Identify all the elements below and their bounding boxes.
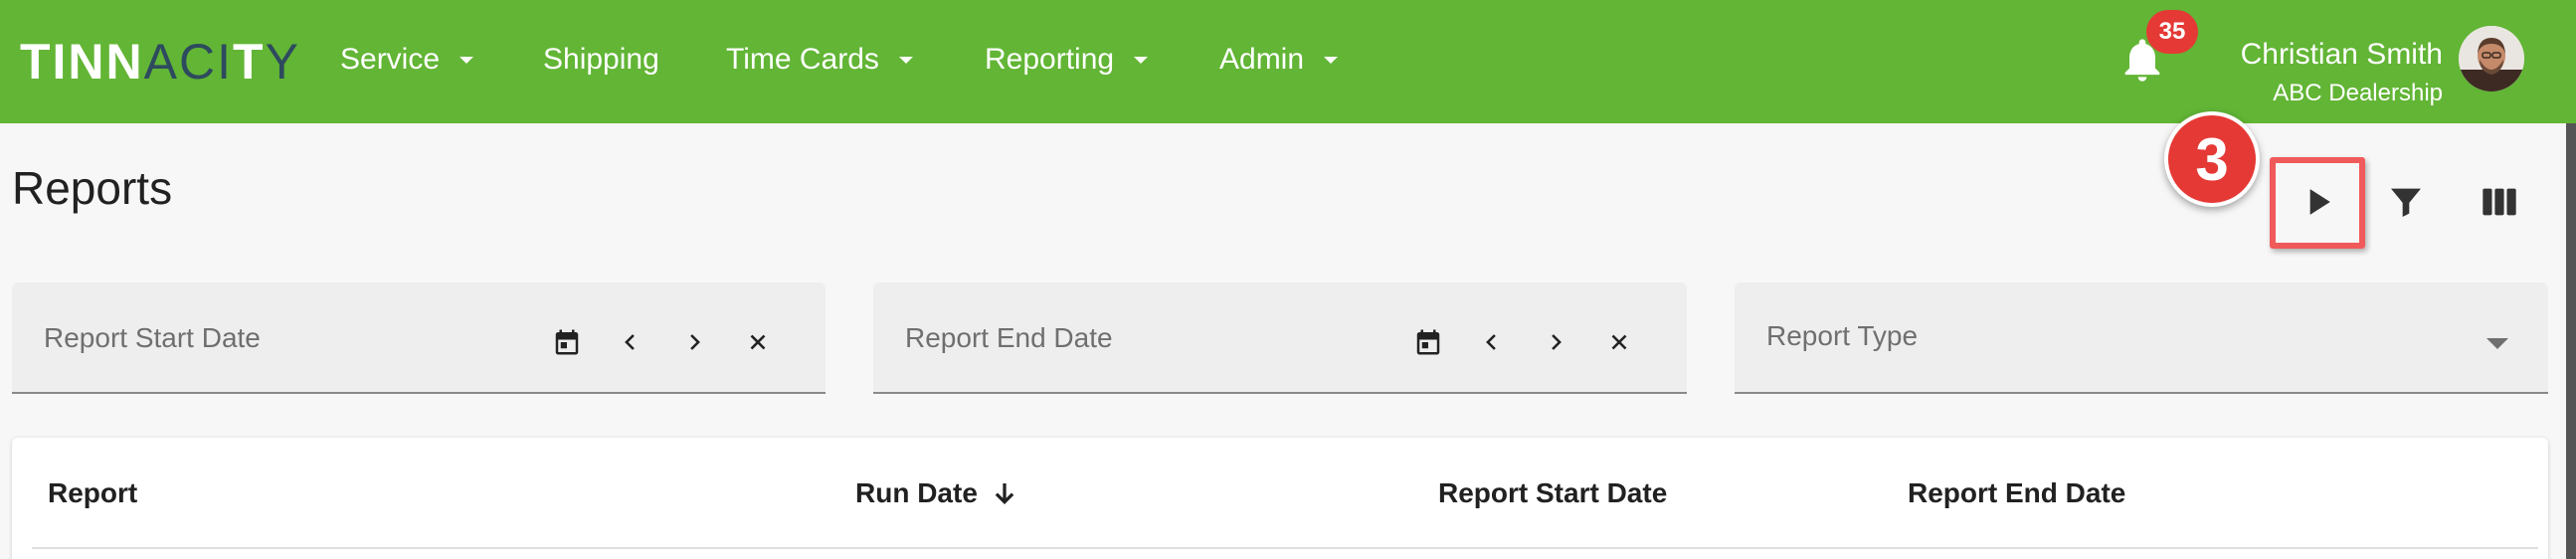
avatar[interactable] <box>2459 26 2524 92</box>
arrow-down-icon <box>990 478 1019 508</box>
page-title: Reports <box>12 162 173 214</box>
filter-icon <box>2386 182 2426 227</box>
logo-text-part: ACI <box>143 34 234 90</box>
table-header-divider <box>32 547 2538 549</box>
column-header-report-start-date[interactable]: Report Start Date <box>1438 477 1667 509</box>
column-header-label: Report End Date <box>1908 477 2126 508</box>
nav-item-service[interactable]: Service <box>340 36 474 84</box>
column-header-report[interactable]: Report <box>48 477 137 509</box>
page-scrollbar[interactable] <box>2566 123 2576 559</box>
notification-count-badge: 35 <box>2146 10 2198 54</box>
chevron-down-icon <box>1134 56 1149 64</box>
step-number-badge: 3 <box>2164 111 2260 207</box>
column-header-label: Report Start Date <box>1438 477 1668 508</box>
play-icon <box>2296 180 2339 229</box>
logo-text-part: T <box>233 34 266 90</box>
close-icon[interactable] <box>740 324 776 360</box>
field-label: Report Type <box>1766 320 1919 351</box>
nav-item-label: Service <box>340 43 441 76</box>
chevron-right-icon[interactable] <box>1538 324 1573 360</box>
calendar-icon[interactable] <box>549 324 585 360</box>
nav-item-label: Time Cards <box>726 43 879 76</box>
nav-item-shipping[interactable]: Shipping <box>543 36 659 84</box>
chevron-down-icon <box>1324 56 1339 64</box>
user-organization: ABC Dealership <box>2273 80 2443 106</box>
logo-text-part: Y <box>265 34 300 90</box>
chevron-down-icon <box>898 56 913 64</box>
chevron-left-icon[interactable] <box>613 324 648 360</box>
nav-item-reporting[interactable]: Reporting <box>985 36 1149 84</box>
column-header-label: Report <box>48 477 138 508</box>
chevron-left-icon[interactable] <box>1474 324 1510 360</box>
chevron-down-icon <box>460 56 474 64</box>
columns-icon <box>2480 182 2519 227</box>
field-label: Report Start Date <box>44 322 261 353</box>
logo-text-part: TINN <box>20 34 144 90</box>
close-icon[interactable] <box>1601 324 1637 360</box>
column-header-label: Run Date <box>855 477 978 508</box>
nav-item-time-cards[interactable]: Time Cards <box>726 36 913 84</box>
nav-item-label: Reporting <box>985 43 1115 76</box>
tinnacity-logo[interactable]: TINNACITY <box>20 34 300 90</box>
report-type-select[interactable]: Report Type <box>1735 282 2548 394</box>
report-end-date-field[interactable]: Report End Date <box>873 282 1687 394</box>
column-header-run-date[interactable]: Run Date <box>855 477 1019 509</box>
nav-item-admin[interactable]: Admin <box>1219 36 1339 84</box>
report-start-date-field[interactable]: Report Start Date <box>12 282 826 394</box>
top-navbar: TINNACITY Service Shipping Time Cards Re… <box>0 0 2576 123</box>
run-report-button[interactable] <box>2283 169 2352 239</box>
chevron-right-icon[interactable] <box>676 324 712 360</box>
columns-button[interactable] <box>2465 169 2534 239</box>
field-label: Report End Date <box>905 322 1113 353</box>
user-name: Christian Smith <box>2240 38 2443 71</box>
column-header-report-end-date[interactable]: Report End Date <box>1908 477 2125 509</box>
reports-table: Report Run Date Report Start Date Report… <box>12 438 2548 559</box>
nav-item-label: Admin <box>1219 43 1305 76</box>
filter-button[interactable] <box>2371 169 2441 239</box>
nav-item-label: Shipping <box>543 43 659 76</box>
calendar-icon[interactable] <box>1410 324 1446 360</box>
dropdown-arrow-icon <box>2486 338 2508 349</box>
